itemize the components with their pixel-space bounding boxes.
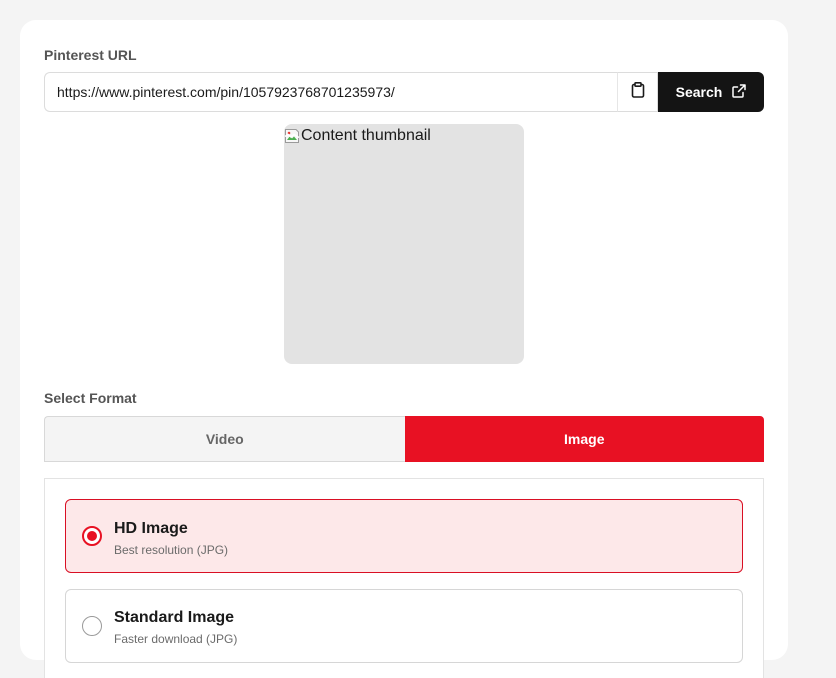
option-title: HD Image bbox=[114, 520, 188, 537]
search-button-label: Search bbox=[675, 84, 723, 100]
thumbnail-alt-text: Content thumbnail bbox=[301, 127, 431, 144]
option-standard-image[interactable]: Standard Image Faster download (JPG) bbox=[65, 589, 743, 663]
format-tabs: Video Image bbox=[44, 416, 764, 462]
radio-unselected[interactable] bbox=[82, 616, 102, 636]
content-thumbnail: Content thumbnail bbox=[284, 124, 524, 364]
external-link-icon bbox=[732, 83, 747, 101]
option-title: Standard Image bbox=[114, 609, 235, 626]
radio-selected[interactable] bbox=[82, 526, 102, 546]
url-input[interactable] bbox=[44, 72, 617, 112]
clipboard-icon bbox=[631, 81, 645, 103]
search-button[interactable]: Search bbox=[658, 72, 764, 112]
tab-image[interactable]: Image bbox=[404, 416, 764, 462]
quality-options: HD Image Best resolution (JPG) Standard … bbox=[44, 478, 764, 678]
url-label: Pinterest URL bbox=[44, 47, 137, 63]
downloader-card: Pinterest URL Search bbox=[20, 20, 788, 678]
option-subtitle: Best resolution (JPG) bbox=[114, 543, 229, 557]
format-label: Select Format bbox=[44, 390, 137, 406]
thumbnail-alt: Content thumbnail bbox=[284, 127, 431, 149]
option-subtitle: Faster download (JPG) bbox=[114, 632, 238, 646]
tab-video[interactable]: Video bbox=[44, 416, 405, 462]
broken-image-icon bbox=[284, 128, 300, 149]
url-row: Search bbox=[44, 72, 764, 112]
paste-button[interactable] bbox=[617, 72, 658, 112]
option-hd-image[interactable]: HD Image Best resolution (JPG) bbox=[65, 499, 743, 573]
